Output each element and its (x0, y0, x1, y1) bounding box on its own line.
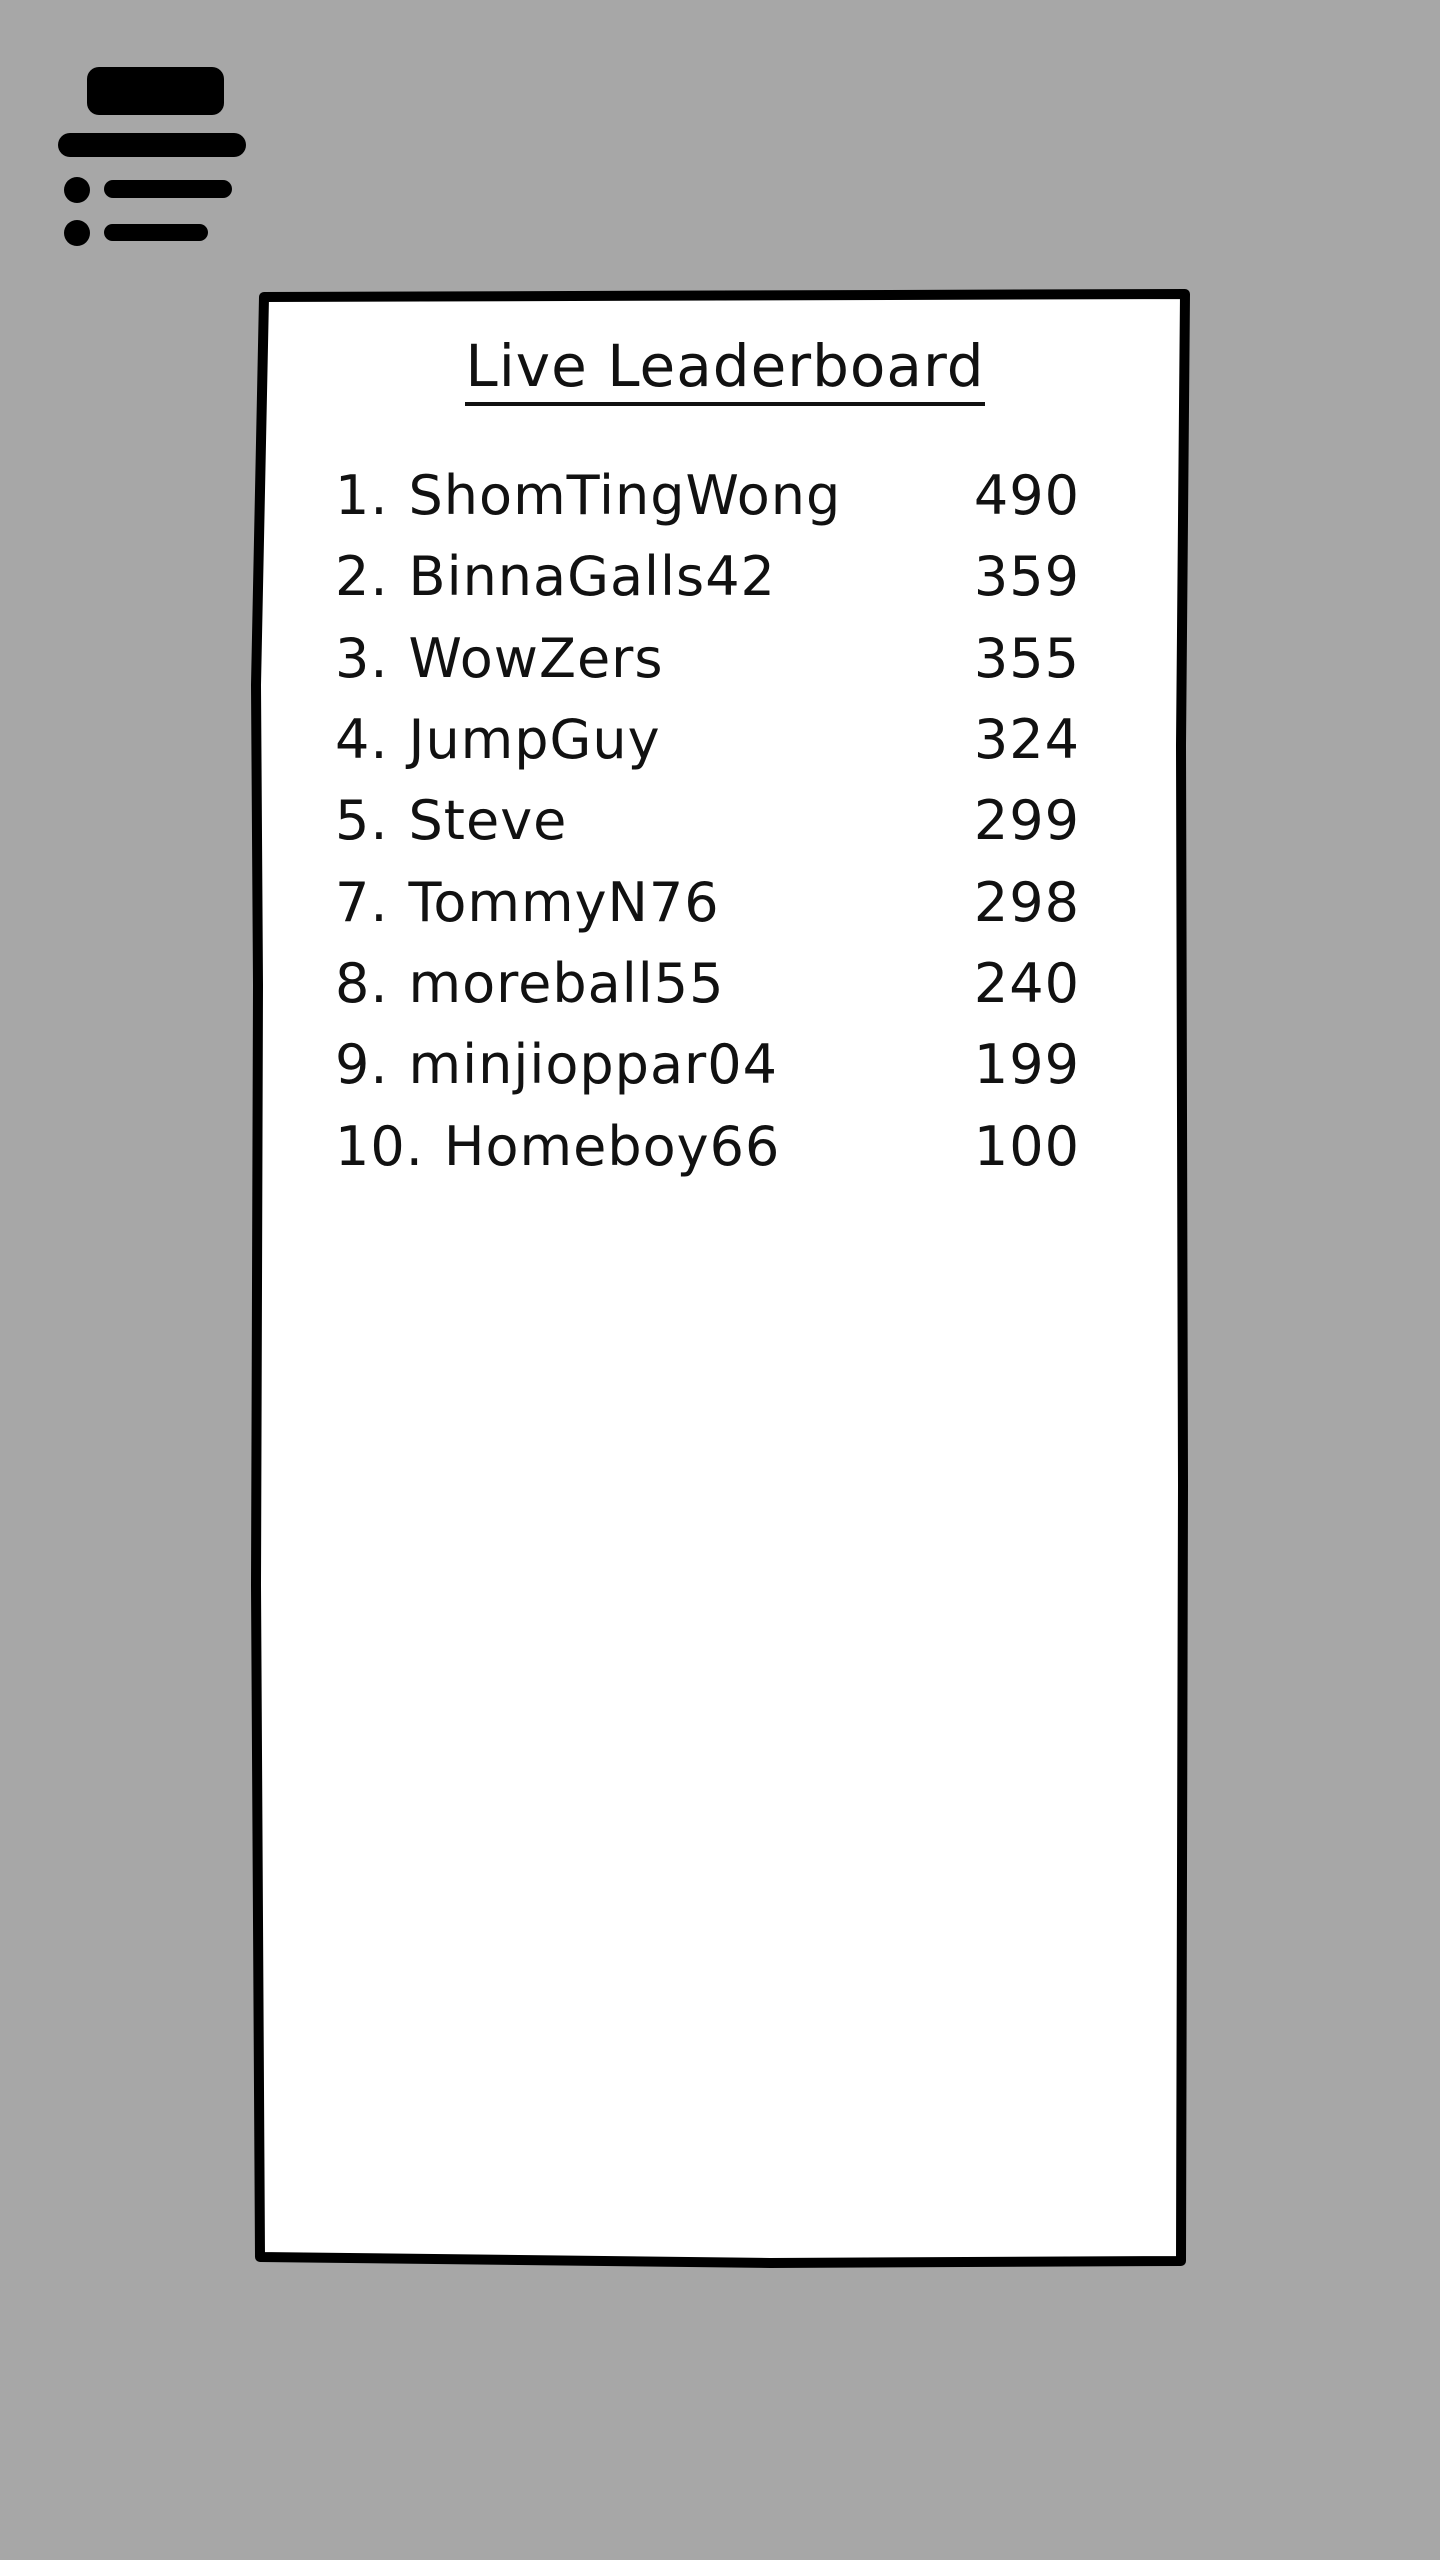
rank-label: 8. (335, 951, 389, 1015)
leaderboard-row: 9. minjioppar04 199 (335, 1024, 1080, 1105)
rank-label: 1. (335, 464, 389, 528)
player-name: minjioppar04 (408, 1033, 778, 1097)
leaderboard-row: 8. moreball55 240 (335, 943, 1080, 1024)
leaderboard-row: 1. ShomTingWong 490 (335, 455, 1080, 536)
rank-label: 4. (335, 708, 389, 772)
rank-label: 10. (335, 1114, 424, 1178)
player-name: Steve (408, 789, 568, 853)
player-score: 100 (973, 1114, 1080, 1178)
player-name: TommyN76 (408, 870, 720, 934)
player-score: 240 (973, 951, 1080, 1015)
player-name: ShomTingWong (408, 464, 842, 528)
player-name: Homeboy66 (443, 1114, 781, 1178)
player-score: 199 (973, 1033, 1080, 1097)
player-score: 359 (973, 545, 1080, 609)
player-score: 324 (973, 708, 1080, 772)
player-score: 355 (973, 626, 1080, 690)
leaderboard-list: 1. ShomTingWong 490 2. BinnaGalls42 359 … (335, 455, 1080, 1187)
player-score: 299 (973, 789, 1080, 853)
player-score: 298 (973, 870, 1080, 934)
leaderboard-row: 7. TommyN76 298 (335, 861, 1080, 942)
rank-label: 7. (335, 870, 389, 934)
rank-label: 3. (335, 626, 389, 690)
rank-label: 9. (335, 1033, 389, 1097)
player-name: JumpGuy (408, 708, 661, 772)
menu-button[interactable] (50, 60, 260, 260)
leaderboard-row: 2. BinnaGalls42 359 (335, 536, 1080, 617)
rank-label: 2. (335, 545, 389, 609)
leaderboard-row: 3. WowZers 355 (335, 618, 1080, 699)
leaderboard-title: Live Leaderboard (250, 332, 1200, 406)
player-score: 490 (973, 464, 1080, 528)
rank-label: 5. (335, 789, 389, 853)
leaderboard-row: 4. JumpGuy 324 (335, 699, 1080, 780)
player-name: moreball55 (408, 951, 725, 1015)
leaderboard-panel: Live Leaderboard 1. ShomTingWong 490 2. … (250, 285, 1200, 2285)
leaderboard-row: 5. Steve 299 (335, 780, 1080, 861)
player-name: BinnaGalls42 (408, 545, 776, 609)
leaderboard-row: 10. Homeboy66 100 (335, 1105, 1080, 1186)
player-name: WowZers (408, 626, 664, 690)
list-menu-icon (58, 67, 246, 246)
